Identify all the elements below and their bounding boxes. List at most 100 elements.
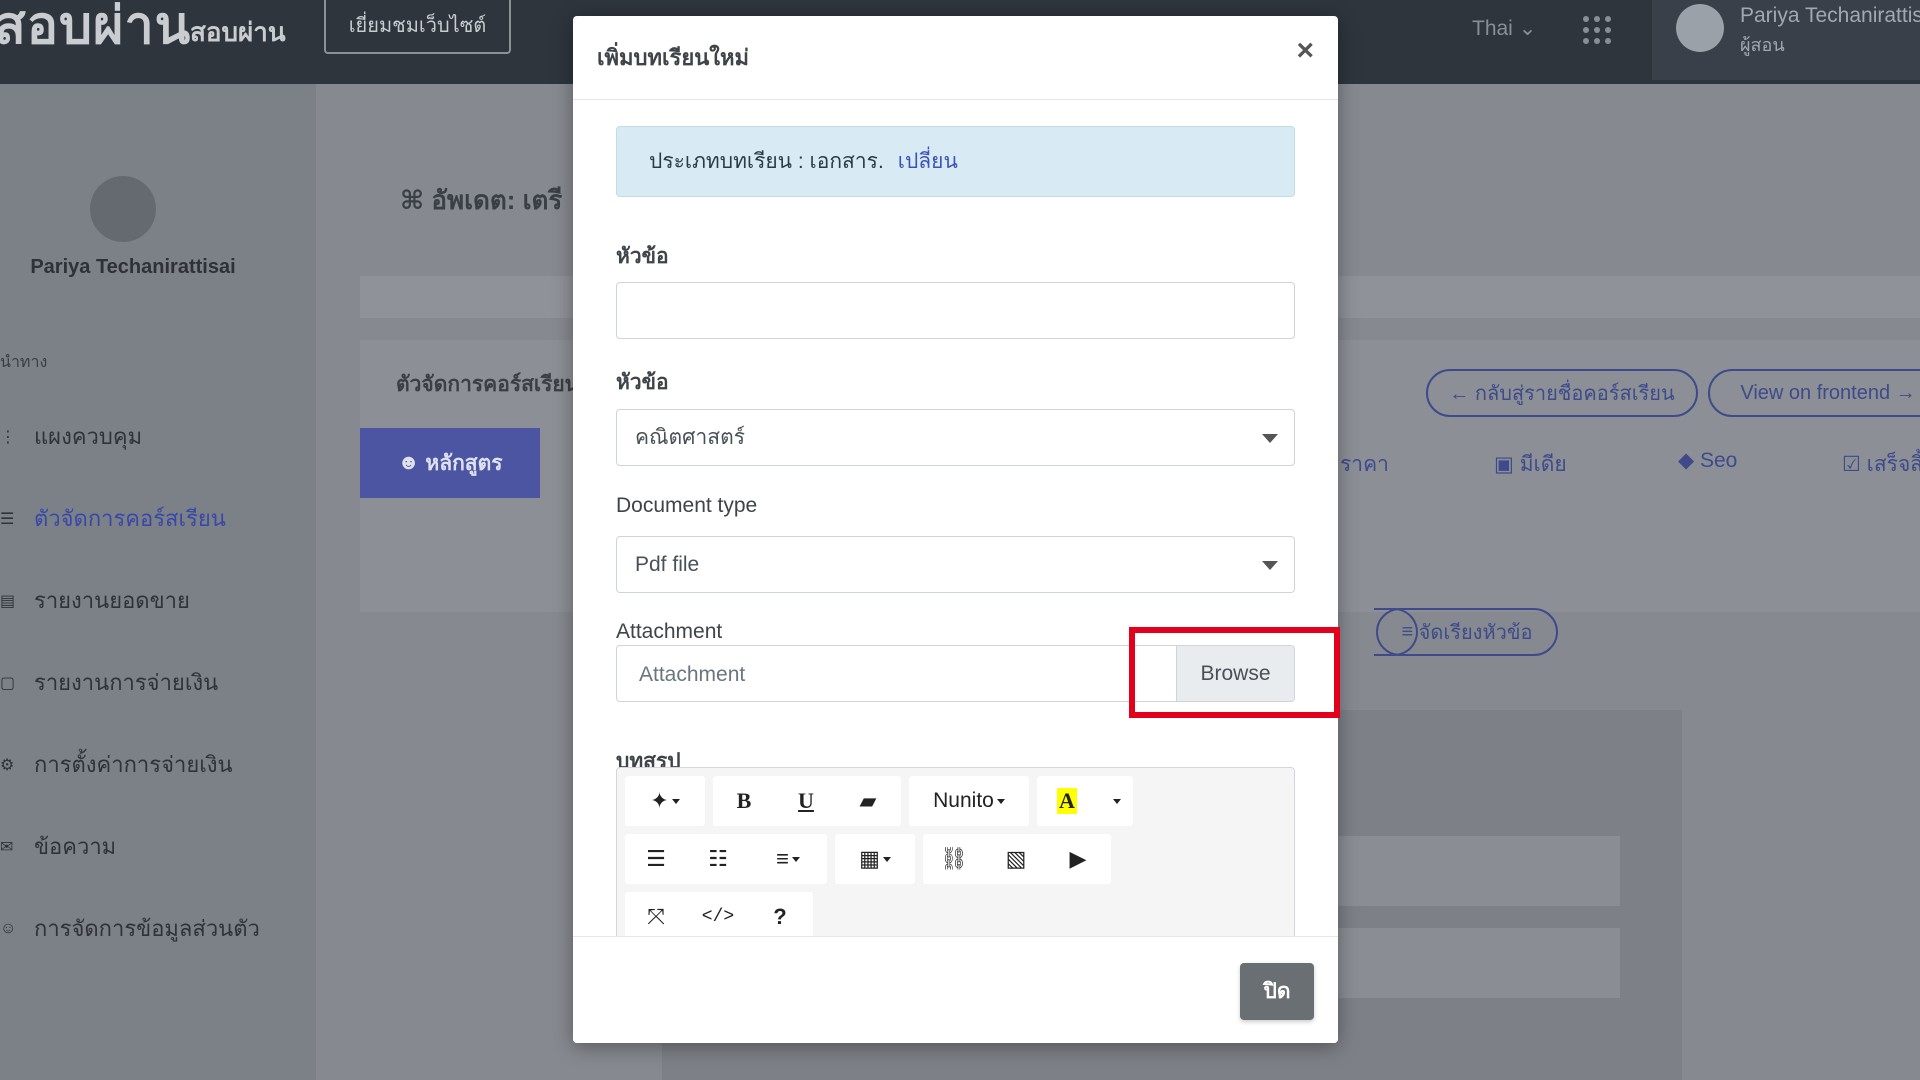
payment-icon: ▢	[0, 674, 16, 692]
summary-editor: ✦ B U ▰ Nunito A ☰ ☷ ≡ ▦ ⛓ ▧ ▶ ⤧ </> ?	[616, 767, 1295, 936]
sort-button-label: จัดเรียงหัวข้อ	[1418, 622, 1533, 644]
title-label: หัวข้อ	[616, 245, 669, 268]
modal-body: ประเภทบทเรียน : เอกสาร. เปลี่ยน หัวข้อ ห…	[573, 100, 1338, 936]
font-group: Nunito	[909, 776, 1029, 826]
modal-title: เพิ่มบทเรียนใหม่	[597, 45, 750, 70]
document-type-label: Document type	[616, 494, 758, 517]
text-color-icon[interactable]: A	[1037, 776, 1097, 826]
sidebar-item-label: แผงควบคุม	[34, 424, 143, 449]
brand-name: สอบผ่าน	[190, 17, 286, 47]
avatar	[1676, 4, 1724, 52]
section-select-value: คณิตศาสตร์	[635, 426, 746, 449]
sort-sections-button[interactable]: ≡ จัดเรียงหัวข้อ	[1376, 608, 1558, 656]
apps-grid-icon[interactable]	[1583, 16, 1611, 44]
tab-curriculum[interactable]: ☻ หลักสูตร	[360, 428, 540, 498]
chevron-down-icon	[1262, 434, 1278, 443]
sidebar-item-course-manager[interactable]: ☰ ตัวจัดการคอร์สเรียน	[0, 501, 226, 536]
ordered-list-icon[interactable]: ☷	[687, 834, 749, 884]
sidebar-item-messages[interactable]: ✉ ข้อความ	[0, 829, 116, 864]
video-icon[interactable]: ▶	[1047, 834, 1109, 884]
document-type-select[interactable]: Pdf file	[616, 536, 1295, 593]
language-selector[interactable]: Thai ⌄	[1472, 16, 1536, 41]
tab-finish[interactable]: ☑ เสร็จสิ้น	[1842, 448, 1920, 481]
avatar	[90, 176, 156, 242]
sidebar-section-label: นำทาง	[0, 354, 48, 371]
color-group: A	[1037, 776, 1133, 826]
underline-icon[interactable]: U	[775, 776, 837, 826]
brand-logo[interactable]: สอบผ่าน	[0, 0, 191, 52]
font-family-dropdown[interactable]: Nunito	[909, 776, 1029, 826]
page-title-text: อัพเดต: เตรี	[431, 185, 563, 215]
sidebar-item-label: รายงานยอดขาย	[34, 588, 190, 613]
table-icon[interactable]: ▦	[835, 834, 915, 884]
color-dropdown-icon[interactable]	[1097, 776, 1133, 826]
format-group: B U ▰	[713, 776, 901, 826]
section-label: หัวข้อ	[616, 371, 669, 394]
attachment-placeholder: Attachment	[639, 663, 746, 686]
paragraph-group: ☰ ☷ ≡	[625, 834, 827, 884]
sidebar-item-payment-settings[interactable]: ⚙ การตั้งค่าการจ่ายเงิน	[0, 747, 233, 782]
sidebar-user-name: Pariya Techanirattisai	[30, 256, 236, 278]
link-icon[interactable]: ⛓	[923, 834, 985, 884]
sidebar: Pariya Techanirattisai นำทาง ⋮ แผงควบคุม …	[0, 84, 316, 1080]
profile-icon: ☺	[0, 919, 17, 937]
section-select[interactable]: คณิตศาสตร์	[616, 409, 1295, 466]
course-icon: ☰	[0, 510, 15, 528]
lesson-type-alert: ประเภทบทเรียน : เอกสาร. เปลี่ยน	[616, 126, 1295, 197]
document-type-value: Pdf file	[635, 552, 700, 576]
add-lesson-modal: เพิ่มบทเรียนใหม่ × ประเภทบทเรียน : เอกสา…	[573, 16, 1338, 1043]
font-name: Nunito	[933, 789, 994, 812]
sidebar-item-label: รายงานการจ่ายเงิน	[34, 670, 219, 695]
user-menu[interactable]: Pariya Techanirattisai ผู้สอน	[1652, 0, 1920, 80]
close-icon[interactable]: ×	[1296, 36, 1314, 66]
settings-icon: ⚙	[0, 756, 15, 774]
sidebar-profile: Pariya Techanirattisai	[0, 84, 316, 304]
back-to-courses-button[interactable]: ← กลับสู่รายชื่อคอร์สเรียน	[1426, 369, 1698, 417]
lesson-type-text: ประเภทบทเรียน : เอกสาร.	[649, 150, 884, 173]
fullscreen-icon[interactable]: ⤧	[625, 892, 687, 936]
help-icon[interactable]: ?	[749, 892, 811, 936]
modal-header: เพิ่มบทเรียนใหม่ ×	[573, 16, 1338, 100]
insert-group: ⛓ ▧ ▶	[923, 834, 1111, 884]
tab-price[interactable]: ราคา	[1340, 448, 1389, 481]
table-group: ▦	[835, 834, 915, 884]
tab-label: มีเดีย	[1519, 453, 1567, 476]
tab-media[interactable]: ▣ มีเดีย	[1494, 448, 1567, 481]
sidebar-item-label: ข้อความ	[34, 834, 117, 859]
unordered-list-icon[interactable]: ☰	[625, 834, 687, 884]
sidebar-item-sales-report[interactable]: ▤ รายงานยอดขาย	[0, 583, 190, 618]
code-view-icon[interactable]: </>	[687, 892, 749, 936]
user-role: ผู้สอน	[1740, 35, 1785, 55]
tab-label: หลักสูตร	[425, 451, 503, 475]
bold-icon[interactable]: B	[713, 776, 775, 826]
style-group: ✦	[625, 776, 705, 826]
tab-seo[interactable]: ◆ Seo	[1678, 448, 1737, 473]
magic-style-icon[interactable]: ✦	[625, 776, 705, 826]
visit-website-button[interactable]: เยี่ยมชมเว็บไซต์	[324, 0, 511, 54]
attachment-label: Attachment	[616, 620, 723, 643]
sidebar-item-dashboard[interactable]: ⋮ แผงควบคุม	[0, 419, 142, 454]
close-modal-button[interactable]: ปิด	[1240, 963, 1314, 1020]
change-type-link[interactable]: เปลี่ยน	[898, 145, 958, 178]
sidebar-item-label: การตั้งค่าการจ่ายเงิน	[34, 752, 233, 777]
sidebar-item-label: ตัวจัดการคอร์สเรียน	[34, 506, 226, 531]
page-title: ⌘ อัพเดต: เตรี	[400, 185, 563, 215]
browse-highlight-box	[1129, 627, 1340, 718]
sidebar-item-profile[interactable]: ☺ การจัดการข้อมูลส่วนตัว	[0, 911, 260, 946]
view-frontend-button[interactable]: View on frontend →	[1708, 369, 1920, 417]
image-icon[interactable]: ▧	[985, 834, 1047, 884]
sidebar-item-label: การจัดการข้อมูลส่วนตัว	[34, 916, 260, 941]
tab-label: เสร็จสิ้น	[1866, 453, 1920, 476]
title-input[interactable]	[616, 282, 1295, 339]
course-manager-heading: ตัวจัดการคอร์สเรียน	[396, 373, 580, 396]
tab-label: Seo	[1699, 449, 1738, 472]
report-icon: ▤	[0, 592, 16, 610]
chevron-down-icon	[1262, 561, 1278, 570]
user-name: Pariya Techanirattisai	[1740, 4, 1920, 27]
eraser-icon[interactable]: ▰	[837, 776, 899, 826]
modal-footer: ปิด	[573, 936, 1338, 1043]
align-icon[interactable]: ≡	[749, 834, 827, 884]
misc-group: ⤧ </> ?	[625, 892, 813, 936]
sidebar-item-payment-report[interactable]: ▢ รายงานการจ่ายเงิน	[0, 665, 218, 700]
language-label: Thai	[1472, 17, 1513, 40]
